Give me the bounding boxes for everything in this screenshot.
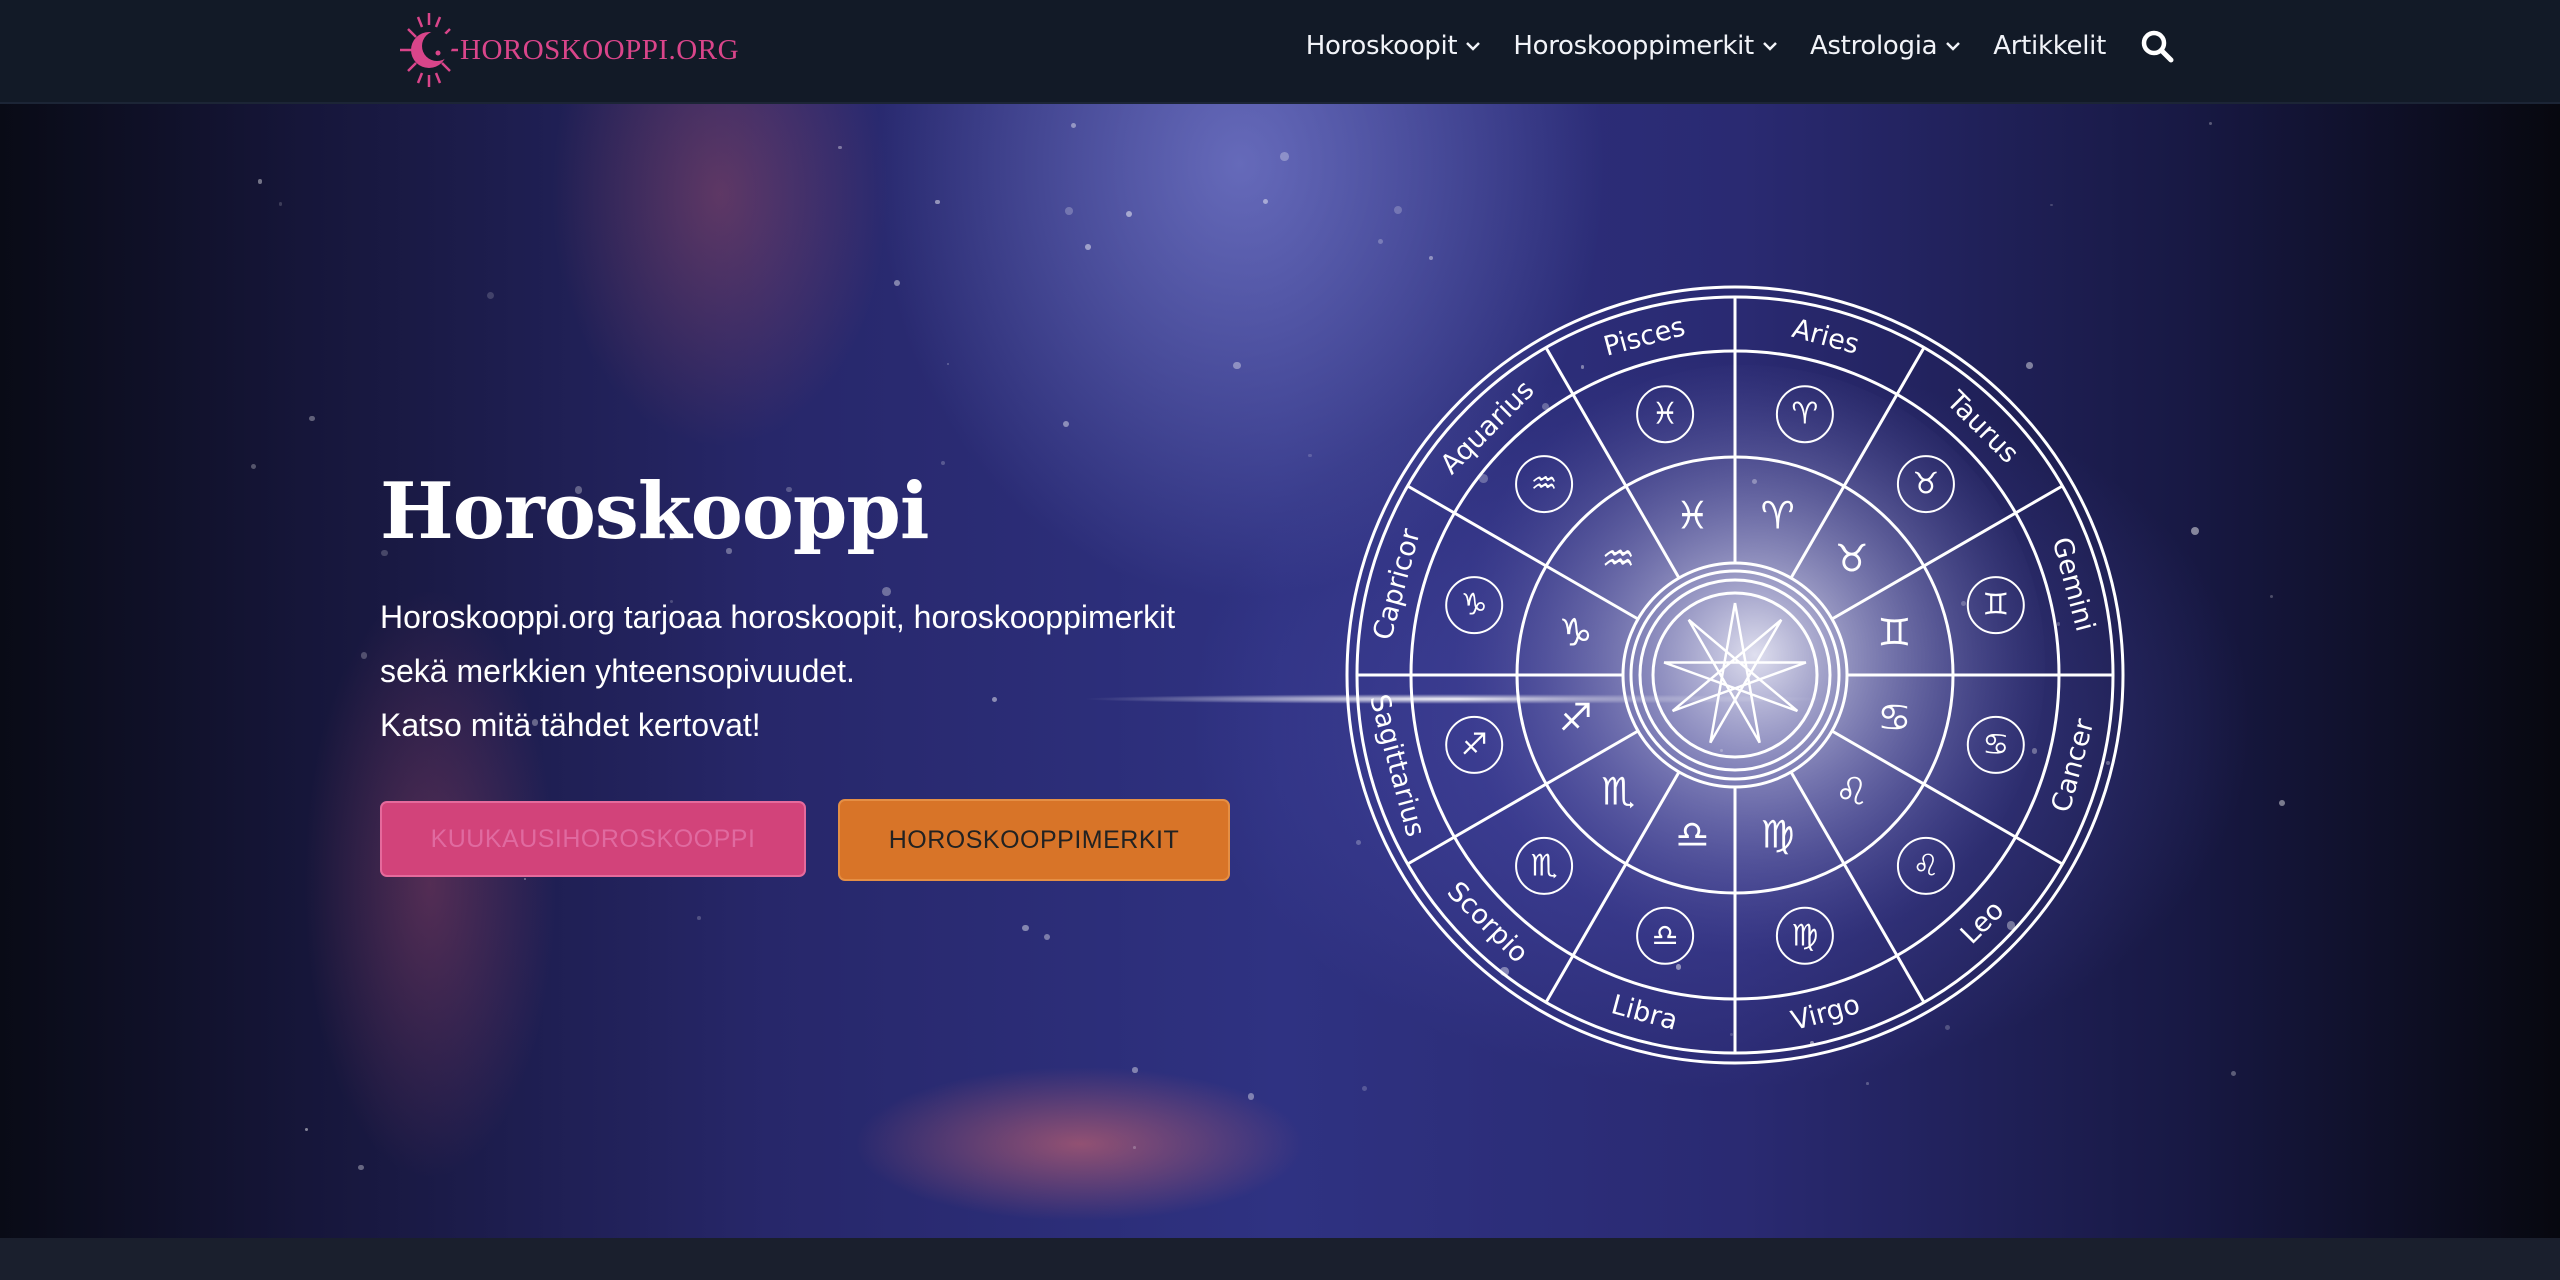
star [2278,799,2285,806]
main-nav: Horoskoopit Horoskooppimerkit Astrologia… [1274,0,2174,92]
star [1393,205,1402,215]
star [257,179,263,184]
sign-name-capricor: Capricor [1367,525,1427,644]
star [1043,933,1050,940]
star [1308,454,1312,458]
zodiac-symbol-icon: ♍ [1761,812,1795,856]
zodiac-symbol-icon: ♓ [1675,494,1709,538]
logo-text: HOROSKOOPPI.ORG [460,33,740,66]
zodiac-symbol-icon: ♊ [1877,610,1911,654]
star [2230,1070,2237,1077]
star [1263,198,1269,204]
star [278,202,282,206]
star [1065,207,1073,215]
sign-illustration-glyph: ♈ [1791,397,1818,432]
zodiac-symbol-icon: ♎ [1675,812,1709,856]
zodiac-symbol-icon: ♏ [1601,770,1635,814]
star [1132,1146,1136,1149]
star [1377,238,1384,245]
logo[interactable]: HOROSKOOPPI.ORG [392,0,739,100]
star [2050,203,2053,207]
sign-illustration-glyph: ♓ [1652,397,1679,432]
star [940,460,945,465]
star [1233,362,1241,370]
star [524,877,527,880]
star [305,1128,309,1132]
chevron-down-icon [1763,42,1777,51]
monthly-horoscope-button[interactable]: KUUKAUSIHOROSKOOPPI [380,801,806,877]
star [1062,421,1069,428]
zodiac-wheel: Aries♈♈ Taurus♉♉Gemini♊♊Cancer♋♋Leo♌♌Virg… [1345,285,2125,1065]
zodiac-symbol-icon: ♒ [1601,536,1635,580]
star [1126,210,1133,217]
star [2269,595,2273,599]
star [1021,924,1029,932]
sign-name-scorpio: Scorpio [1441,876,1534,969]
sign-illustration-glyph: ♉ [1912,467,1939,502]
sign-illustration-glyph: ♏ [1531,848,1558,883]
star [1132,1067,1138,1073]
hero-line: Katso mitä tähdet kertovat! [380,707,761,743]
zodiac-symbol-icon: ♌ [1835,770,1869,814]
chevron-down-icon [1466,42,1481,51]
star [838,145,842,150]
hero-line: Horoskooppi.org tarjoaa horoskoopit, hor… [380,599,1176,635]
sign-illustration-glyph: ♎ [1652,918,1679,953]
chevron-down-icon [1946,42,1961,51]
zodiac-symbol-icon: ♑ [1559,610,1593,654]
sign-illustration-glyph: ♍ [1791,918,1818,953]
sign-illustration-glyph: ♑ [1461,588,1488,623]
sign-illustration-glyph: ♒ [1531,467,1558,502]
sign-name-virgo: Virgo [1788,989,1863,1037]
nav-horoskoopit[interactable]: Horoskoopit [1306,31,1482,61]
star [946,362,950,366]
sign-illustration-glyph: ♊ [1982,588,2009,623]
star [2190,526,2199,536]
star [2208,121,2213,126]
nav-astrologia[interactable]: Astrologia [1810,31,1961,61]
star [486,291,495,300]
next-section-edge [0,1238,2560,1280]
sign-name-aries: Aries [1789,313,1862,360]
star [697,916,701,921]
star [935,200,940,205]
star [1280,151,1290,161]
star [1247,1092,1255,1100]
hero-title: Horoskooppi [380,466,930,557]
star [1429,256,1434,261]
nav-artikkelit[interactable]: Artikkelit [1993,31,2106,61]
nav-label: Astrologia [1809,31,1938,61]
sign-illustration-glyph: ♐ [1461,727,1488,762]
star [360,652,368,660]
zodiac-symbol-icon: ♈ [1761,494,1795,538]
hero-line: sekä merkkien yhteensopivuudet. [380,653,855,689]
star [358,1164,364,1170]
sign-name-pisces: Pisces [1600,311,1688,362]
hero-description: Horoskooppi.org tarjoaa horoskoopit, hor… [380,590,1260,752]
zodiac-symbol-icon: ♋ [1877,696,1911,740]
sign-name-libra: Libra [1608,989,1681,1036]
nav-label: Horoskooppimerkit [1513,31,1754,61]
sign-illustration-glyph: ♋ [1982,727,2009,762]
star [250,463,257,470]
horoscope-signs-button[interactable]: HOROSKOOPPIMERKIT [838,799,1230,881]
star [893,279,900,286]
sign-illustration-glyph: ♌ [1912,848,1939,883]
star [1362,1086,1368,1092]
zodiac-symbol-icon: ♉ [1835,536,1869,580]
star [1865,1081,1869,1085]
sun-moon-logo-icon [400,13,458,87]
star [1085,243,1091,250]
site-header: HOROSKOOPPI.ORG Horoskoopit Horoskooppim… [0,0,2560,104]
nav-horoskooppimerkit[interactable]: Horoskooppimerkit [1513,31,1778,61]
nav-label: Horoskoopit [1305,31,1458,61]
hero-section: Horoskooppi Horoskooppi.org tarjoaa horo… [0,104,2560,1238]
nav-label: Artikkelit [1993,31,2106,61]
star [309,415,315,422]
search-icon[interactable] [2140,29,2174,63]
star [1070,123,1077,129]
zodiac-symbol-icon: ♐ [1559,696,1593,740]
